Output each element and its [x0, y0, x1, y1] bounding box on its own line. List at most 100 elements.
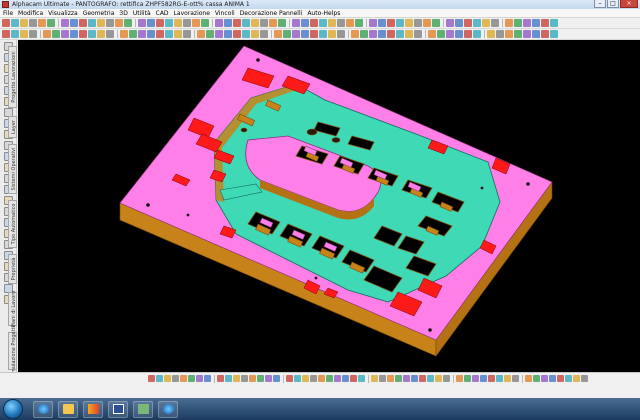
- toolbar-tool-icon[interactable]: [514, 19, 522, 27]
- toolbar-tool-icon[interactable]: [11, 30, 19, 38]
- toolbar-tool-icon[interactable]: [233, 30, 241, 38]
- toolbar-tool-icon[interactable]: [124, 19, 132, 27]
- toolbar-tool-icon[interactable]: [514, 30, 522, 38]
- toolbar-tool-icon[interactable]: [188, 375, 195, 382]
- toolbar-tool-icon[interactable]: [358, 375, 365, 382]
- toolbar-tool-icon[interactable]: [233, 375, 240, 382]
- toolbar-tool-icon[interactable]: [435, 375, 442, 382]
- toolbar-tool-icon[interactable]: [286, 375, 293, 382]
- toolbar-tool-icon[interactable]: [505, 30, 513, 38]
- toolbar-tool-icon[interactable]: [138, 19, 146, 27]
- minimize-button[interactable]: –: [594, 0, 606, 8]
- toolbar-tool-icon[interactable]: [482, 19, 490, 27]
- toolbar-tool-icon[interactable]: [464, 375, 471, 382]
- toolbar-tool-icon[interactable]: [473, 19, 481, 27]
- toolbar-tool-icon[interactable]: [242, 30, 250, 38]
- menu-utilita[interactable]: Utilità: [133, 10, 151, 17]
- menu-file[interactable]: File: [3, 10, 13, 17]
- toolbar-tool-icon[interactable]: [350, 375, 357, 382]
- menu-decorazione-pannelli[interactable]: Decorazione Pannelli: [240, 10, 303, 17]
- toolbar-tool-icon[interactable]: [172, 375, 179, 382]
- menu-geometria[interactable]: Geometria: [83, 10, 115, 17]
- toolbar-tool-icon[interactable]: [573, 375, 580, 382]
- toolbar-tool-icon[interactable]: [464, 19, 472, 27]
- toolbar-tool-icon[interactable]: [395, 375, 402, 382]
- alphacam-task-icon[interactable]: [108, 400, 128, 418]
- toolbar-tool-icon[interactable]: [396, 19, 404, 27]
- menu-modifica[interactable]: Modifica: [18, 10, 43, 17]
- toolbar-tool-icon[interactable]: [2, 30, 10, 38]
- toolbar-tool-icon[interactable]: [523, 19, 531, 27]
- toolbar-tool-icon[interactable]: [337, 19, 345, 27]
- toolbar-tool-icon[interactable]: [437, 30, 445, 38]
- toolbar-tool-icon[interactable]: [419, 375, 426, 382]
- toolbar-tool-icon[interactable]: [2, 19, 10, 27]
- ie-icon[interactable]: [33, 400, 53, 418]
- toolbar-tool-icon[interactable]: [97, 19, 105, 27]
- toolbar-tool-icon[interactable]: [147, 30, 155, 38]
- toolbar-tool-icon[interactable]: [156, 375, 163, 382]
- ie-icon[interactable]: [158, 400, 178, 418]
- 3d-viewport[interactable]: [18, 40, 640, 372]
- toolbar-tool-icon[interactable]: [29, 19, 37, 27]
- toolbar-tool-icon[interactable]: [115, 19, 123, 27]
- toolbar-tool-icon[interactable]: [61, 30, 69, 38]
- toolbar-tool-icon[interactable]: [378, 19, 386, 27]
- toolbar-tool-icon[interactable]: [283, 30, 291, 38]
- toolbar-tool-icon[interactable]: [446, 30, 454, 38]
- toolbar-tool-icon[interactable]: [369, 19, 377, 27]
- toolbar-tool-icon[interactable]: [180, 375, 187, 382]
- toolbar-tool-icon[interactable]: [106, 30, 114, 38]
- toolbar-tool-icon[interactable]: [523, 30, 531, 38]
- menu-auto-helps[interactable]: Auto-Helps: [307, 10, 340, 17]
- cad-task-icon[interactable]: [133, 400, 153, 418]
- menu-cad[interactable]: CAD: [156, 10, 169, 17]
- toolbar-tool-icon[interactable]: [378, 30, 386, 38]
- toolbar-tool-icon[interactable]: [260, 19, 268, 27]
- toolbar-tool-icon[interactable]: [455, 30, 463, 38]
- toolbar-tool-icon[interactable]: [215, 30, 223, 38]
- toolbar-tool-icon[interactable]: [360, 30, 368, 38]
- toolbar-tool-icon[interactable]: [337, 30, 345, 38]
- toolbar-tool-icon[interactable]: [294, 375, 301, 382]
- toolbar-tool-icon[interactable]: [328, 30, 336, 38]
- toolbar-tool-icon[interactable]: [334, 375, 341, 382]
- toolbar-tool-icon[interactable]: [156, 19, 164, 27]
- toolbar-tool-icon[interactable]: [414, 19, 422, 27]
- toolbar-tool-icon[interactable]: [29, 30, 37, 38]
- toolbar-tool-icon[interactable]: [201, 19, 209, 27]
- toolbar-tool-icon[interactable]: [120, 30, 128, 38]
- toolbar-tool-icon[interactable]: [427, 375, 434, 382]
- tab-progetto-lavorazioni[interactable]: Progetto Lavorazioni: [8, 46, 17, 108]
- toolbar-tool-icon[interactable]: [403, 375, 410, 382]
- toolbar-tool-icon[interactable]: [581, 375, 588, 382]
- menu-visualizza[interactable]: Visualizza: [48, 10, 78, 17]
- menu-3d[interactable]: 3D: [119, 10, 127, 17]
- toolbar-tool-icon[interactable]: [387, 375, 394, 382]
- folder-icon[interactable]: [58, 400, 78, 418]
- toolbar-tool-icon[interactable]: [455, 19, 463, 27]
- toolbar-tool-icon[interactable]: [274, 30, 282, 38]
- windows-start-icon[interactable]: [3, 399, 23, 419]
- toolbar-tool-icon[interactable]: [428, 30, 436, 38]
- toolbar-tool-icon[interactable]: [310, 30, 318, 38]
- maximize-button[interactable]: □: [607, 0, 619, 8]
- toolbar-tool-icon[interactable]: [38, 19, 46, 27]
- toolbar-tool-icon[interactable]: [414, 30, 422, 38]
- toolbar-tool-icon[interactable]: [405, 19, 413, 27]
- toolbar-tool-icon[interactable]: [260, 30, 268, 38]
- toolbar-tool-icon[interactable]: [88, 19, 96, 27]
- toolbar-tool-icon[interactable]: [265, 375, 272, 382]
- media-icon[interactable]: [83, 400, 103, 418]
- toolbar-tool-icon[interactable]: [292, 30, 300, 38]
- tab-piani-di-lavoro[interactable]: Piani di Lavoro: [8, 291, 17, 327]
- toolbar-tool-icon[interactable]: [565, 375, 572, 382]
- toolbar-tool-icon[interactable]: [405, 30, 413, 38]
- toolbar-tool-icon[interactable]: [165, 30, 173, 38]
- toolbar-tool-icon[interactable]: [512, 375, 519, 382]
- toolbar-tool-icon[interactable]: [20, 19, 28, 27]
- toolbar-tool-icon[interactable]: [47, 19, 55, 27]
- toolbar-tool-icon[interactable]: [61, 19, 69, 27]
- toolbar-tool-icon[interactable]: [257, 375, 264, 382]
- toolbar-tool-icon[interactable]: [249, 375, 256, 382]
